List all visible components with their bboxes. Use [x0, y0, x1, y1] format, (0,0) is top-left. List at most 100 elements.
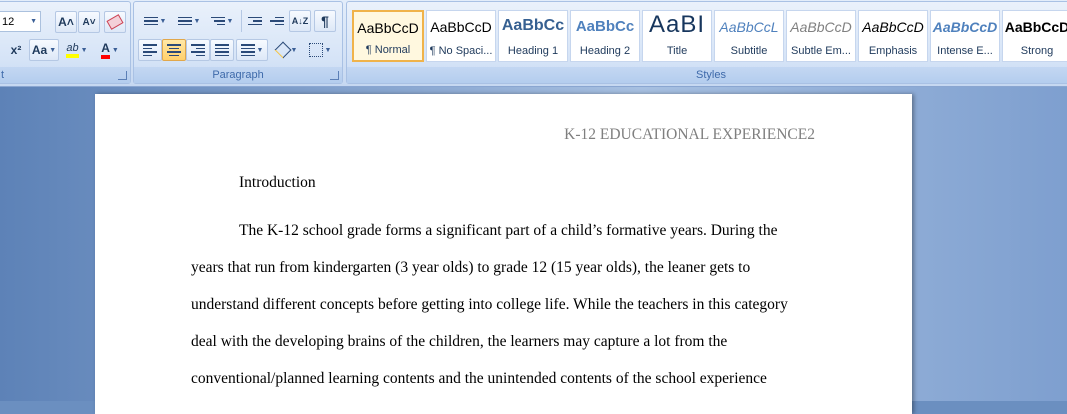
style-emphasis[interactable]: AaBbCcD Emphasis: [858, 10, 928, 62]
chevron-down-icon: ▼: [159, 17, 167, 25]
chevron-down-icon: ▼: [226, 17, 234, 25]
align-center-icon: [167, 44, 181, 56]
chevron-down-icon: ▼: [193, 17, 201, 25]
paragraph-group-label: Paragraph: [134, 67, 342, 83]
style-name: Heading 2: [579, 45, 631, 57]
style-name: Intense E...: [937, 45, 993, 57]
running-header: K-12 EDUCATIONAL EXPERIENCE2: [564, 126, 815, 143]
style-sample: AaBbCcL: [719, 19, 779, 35]
font-size-value: 12: [2, 15, 15, 28]
highlight-button[interactable]: ab ▼: [62, 39, 92, 61]
style-name: ¶ No Spaci...: [429, 45, 493, 57]
clear-formatting-button[interactable]: [104, 11, 126, 33]
body-line: conventional/planned learning contents a…: [191, 370, 767, 387]
shrink-font-icon: A˅: [82, 16, 96, 28]
styles-group-label: Styles: [347, 67, 1067, 83]
style-sample: AaBbCcD: [932, 19, 998, 35]
eraser-icon: [106, 14, 124, 30]
document-page[interactable]: K-12 EDUCATIONAL EXPERIENCE2 Introductio…: [95, 94, 912, 414]
style-name: Title: [666, 45, 688, 57]
paragraph-dialog-launcher-icon[interactable]: [330, 71, 339, 80]
font-group: 12 ▼ A˄ A˅ x² Aa ▼ ab ▼ A ▼ t: [0, 1, 131, 84]
multilevel-list-button[interactable]: ▼: [206, 10, 238, 32]
style-no-spacing[interactable]: AaBbCcD ¶ No Spaci...: [426, 10, 496, 62]
chevron-down-icon: ▼: [324, 46, 332, 54]
sort-icon: A↓Z: [291, 16, 309, 26]
chevron-down-icon[interactable]: ▼: [30, 18, 37, 25]
increase-indent-icon: [270, 16, 284, 26]
align-left-icon: [143, 44, 157, 56]
chevron-down-icon: ▼: [111, 46, 119, 54]
increase-indent-button[interactable]: [266, 10, 288, 32]
superscript-icon: x²: [10, 43, 22, 57]
grow-font-button[interactable]: A˄: [55, 11, 77, 33]
line-spacing-button[interactable]: ▼: [236, 39, 268, 61]
style-sample: AaBbCcD: [1004, 19, 1067, 35]
grow-font-icon: A˄: [58, 15, 74, 29]
justify-button[interactable]: [210, 39, 234, 61]
style-subtle-emphasis[interactable]: AaBbCcD Subtle Em...: [786, 10, 856, 62]
superscript-button[interactable]: x²: [3, 39, 29, 61]
body-line: The K-12 school grade forms a significan…: [239, 222, 778, 239]
font-color-icon: A: [101, 41, 110, 59]
change-case-button[interactable]: Aa ▼: [29, 39, 59, 61]
justify-icon: [215, 44, 229, 56]
paint-bucket-icon: [274, 41, 292, 59]
chevron-down-icon: ▼: [290, 46, 298, 54]
font-size-input[interactable]: 12 ▼: [0, 11, 41, 32]
style-name: ¶ Normal: [365, 44, 411, 56]
chevron-down-icon: ▼: [49, 46, 57, 54]
borders-button[interactable]: ▼: [304, 39, 336, 61]
numbering-icon: [177, 16, 192, 26]
style-heading-2[interactable]: AaBbCc Heading 2: [570, 10, 640, 62]
style-sample: AaBbCcD: [790, 19, 852, 35]
styles-group: AaBbCcD ¶ Normal AaBbCcD ¶ No Spaci... A…: [346, 1, 1067, 84]
style-sample: AaBbCcD: [862, 19, 924, 35]
style-strong[interactable]: AaBbCcD Strong: [1002, 10, 1067, 62]
font-color-button[interactable]: A ▼: [95, 39, 125, 61]
multilevel-list-icon: [210, 16, 225, 26]
align-right-icon: [191, 44, 205, 56]
ribbon: 12 ▼ A˄ A˅ x² Aa ▼ ab ▼ A ▼ t ▼ ▼ ▼ A↓Z …: [0, 0, 1067, 87]
change-case-icon: Aa: [31, 43, 48, 57]
style-sample: AaBbCcD: [430, 19, 492, 35]
pilcrow-icon: ¶: [321, 13, 329, 29]
decrease-indent-button[interactable]: [244, 10, 266, 32]
chevron-down-icon: ▼: [256, 46, 264, 54]
font-group-label: t: [0, 67, 130, 83]
style-name: Emphasis: [868, 45, 918, 57]
shading-button[interactable]: ▼: [272, 39, 302, 61]
style-name: Subtle Em...: [791, 45, 851, 57]
shrink-font-button[interactable]: A˅: [78, 11, 100, 33]
borders-icon: [308, 43, 323, 57]
style-subtitle[interactable]: AaBbCcL Subtitle: [714, 10, 784, 62]
decrease-indent-icon: [248, 16, 262, 26]
paragraph-group: ▼ ▼ ▼ A↓Z ¶ ▼ ▼ ▼ Paragraph: [133, 1, 343, 84]
align-right-button[interactable]: [186, 39, 210, 61]
body-line: years that run from kindergarten (3 year…: [191, 259, 751, 276]
separator: [241, 10, 242, 32]
font-group-label-text: t: [1, 69, 5, 81]
style-name: Subtitle: [730, 45, 768, 57]
style-normal[interactable]: AaBbCcD ¶ Normal: [352, 10, 424, 62]
align-center-button[interactable]: [162, 39, 186, 61]
numbering-button[interactable]: ▼: [172, 10, 206, 32]
body-line: understand different concepts before get…: [191, 296, 788, 313]
bullets-button[interactable]: ▼: [138, 10, 172, 32]
style-sample: AaBbCcD: [357, 20, 419, 36]
line-spacing-icon: [240, 44, 255, 56]
bullets-icon: [143, 16, 158, 26]
highlight-icon: ab: [66, 42, 79, 58]
sort-button[interactable]: A↓Z: [289, 10, 311, 32]
font-dialog-launcher-icon[interactable]: [118, 71, 127, 80]
style-sample: AaBbCc: [575, 18, 635, 35]
style-intense-emphasis[interactable]: AaBbCcD Intense E...: [930, 10, 1000, 62]
show-formatting-marks-button[interactable]: ¶: [314, 10, 336, 32]
style-name: Strong: [1020, 45, 1054, 57]
paragraph-heading: Introduction: [239, 174, 316, 191]
style-heading-1[interactable]: AaBbCс Heading 1: [498, 10, 568, 62]
style-title[interactable]: AaBI Title: [642, 10, 712, 62]
align-left-button[interactable]: [138, 39, 162, 61]
chevron-down-icon: ▼: [80, 46, 88, 54]
style-sample: AaBbCс: [501, 17, 565, 34]
